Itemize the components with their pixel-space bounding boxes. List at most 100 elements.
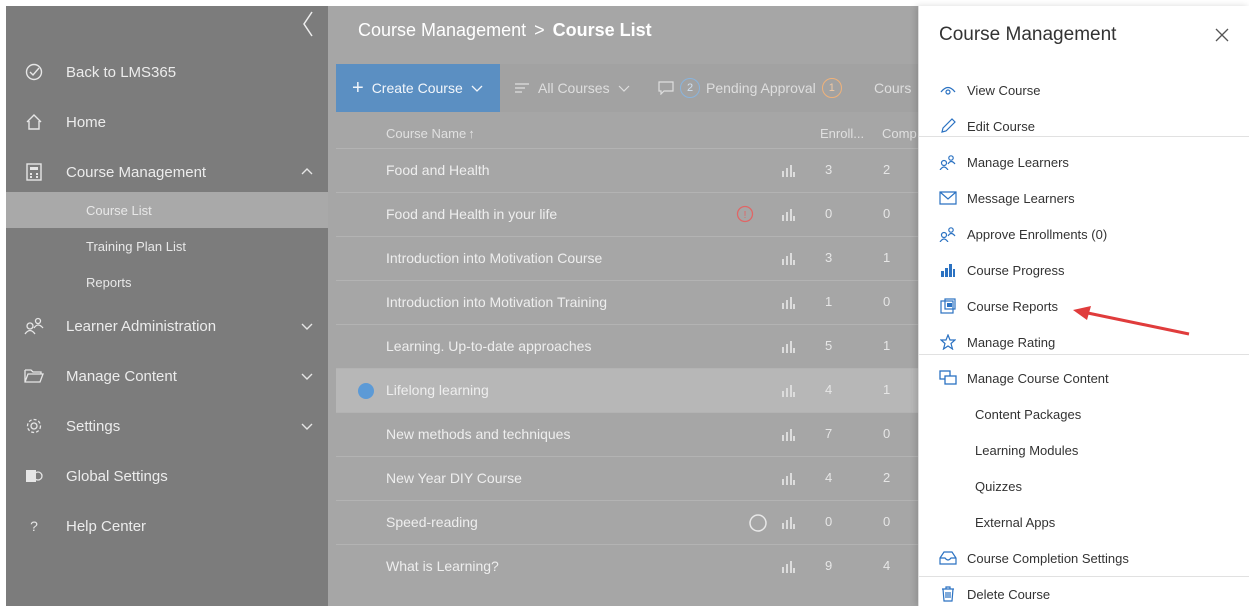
courses-tab[interactable]: Cours [874, 64, 911, 112]
panel-item-edit-course[interactable]: Edit Course [919, 108, 1249, 144]
enrolled-count: 0 [825, 206, 833, 221]
column-header-enrolled[interactable]: Enroll... [820, 126, 864, 141]
svg-text:!: ! [744, 210, 747, 221]
course-name[interactable]: Food and Health in your life [386, 206, 557, 222]
course-name[interactable]: New methods and techniques [386, 426, 570, 442]
trash-icon [939, 585, 957, 603]
panel-item-manage-course-content[interactable]: Manage Course Content [919, 360, 1249, 396]
sidebar-item-settings[interactable]: Settings [6, 406, 328, 446]
table-row[interactable]: Food and Health 3 2 [336, 148, 918, 192]
sidebar-subitem-reports[interactable]: Reports [6, 264, 328, 300]
filter-dropdown[interactable]: All Courses [514, 64, 630, 112]
sidebar-subitem-training-plan-list[interactable]: Training Plan List [6, 228, 328, 264]
table-row[interactable]: Introduction into Motivation Training 1 0 [336, 280, 918, 324]
bar-chart-icon[interactable] [781, 339, 795, 353]
enrolled-count: 7 [825, 426, 833, 441]
panel-item-external-apps[interactable]: External Apps [919, 504, 1249, 540]
bar-chart-icon[interactable] [781, 383, 795, 397]
sidebar: Back to LMS365 Home Course Management Co… [6, 6, 328, 606]
panel-subitem-label: Quizzes [975, 478, 1022, 494]
completed-count: 0 [883, 514, 891, 529]
breadcrumb-separator: > [534, 20, 545, 40]
breadcrumb: Course Management > Course List [358, 20, 652, 41]
panel-item-quizzes[interactable]: Quizzes [919, 468, 1249, 504]
sidebar-item-course-management[interactable]: Course Management [6, 152, 328, 192]
bar-chart-icon[interactable] [781, 471, 795, 485]
bar-chart-icon[interactable] [781, 427, 795, 441]
collapse-sidebar-icon[interactable] [300, 10, 316, 38]
star-icon [939, 333, 957, 351]
table-row[interactable]: What is Learning? 9 4 [336, 544, 918, 588]
sidebar-item-back[interactable]: Back to LMS365 [6, 52, 328, 92]
panel-item-label: Message Learners [967, 190, 1075, 206]
course-name[interactable]: Introduction into Motivation Course [386, 250, 602, 266]
panel-item-course-reports[interactable]: Course Reports [919, 288, 1249, 324]
panel-item-label: Manage Rating [967, 334, 1056, 350]
row-selected-check-icon[interactable] [358, 383, 374, 399]
column-header-completed[interactable]: Comp [882, 126, 917, 141]
sidebar-item-home[interactable]: Home [6, 102, 328, 142]
bar-chart-icon[interactable] [781, 207, 795, 221]
sidebar-item-learner-administration[interactable]: Learner Administration [6, 306, 328, 346]
bar-chart-icon[interactable] [781, 515, 795, 529]
bar-chart-icon[interactable] [781, 163, 795, 177]
warning-icon: ! [736, 205, 754, 223]
panel-divider [919, 136, 1249, 137]
panel-item-message-learners[interactable]: Message Learners [919, 180, 1249, 216]
course-name[interactable]: New Year DIY Course [386, 470, 522, 486]
close-icon[interactable] [1215, 28, 1229, 42]
pending-approval-button[interactable]: Pending Approval 1 [706, 64, 842, 112]
panel-item-label: Delete Course [967, 586, 1051, 602]
bar-chart-icon[interactable] [781, 559, 795, 573]
breadcrumb-parent[interactable]: Course Management [358, 20, 526, 40]
completed-count: 2 [883, 162, 891, 177]
pending-count-badge: 1 [821, 78, 842, 98]
panel-item-label: Approve Enrollments (0) [967, 226, 1108, 242]
bar-chart-icon[interactable] [781, 295, 795, 309]
course-name[interactable]: Learning. Up-to-date approaches [386, 338, 591, 354]
completed-count: 1 [883, 250, 891, 265]
course-name[interactable]: Food and Health [386, 162, 490, 178]
gear-icon [24, 416, 44, 436]
panel-item-course-completion-settings[interactable]: Course Completion Settings [919, 540, 1249, 576]
enrolled-count: 3 [825, 250, 833, 265]
panel-item-delete-course[interactable]: Delete Course [919, 576, 1249, 606]
comment-count-badge: 2 [680, 78, 700, 98]
enrolled-count: 4 [825, 382, 833, 397]
panel-title: Course Management [939, 24, 1117, 45]
panel-item-course-progress[interactable]: Course Progress [919, 252, 1249, 288]
sidebar-item-help-center[interactable]: ? Help Center [6, 506, 328, 546]
column-header-course-name[interactable]: Course Name ↑ [386, 126, 475, 141]
course-name[interactable]: What is Learning? [386, 558, 499, 574]
panel-item-content-packages[interactable]: Content Packages [919, 396, 1249, 432]
create-course-button[interactable]: + Create Course [336, 64, 500, 112]
panel-item-label: Edit Course [967, 118, 1035, 134]
course-name[interactable]: Speed-reading [386, 514, 478, 530]
table-row[interactable]: Introduction into Motivation Course 3 1 [336, 236, 918, 280]
table-row[interactable]: Food and Health in your life! 0 0 [336, 192, 918, 236]
completed-count: 0 [883, 206, 891, 221]
table-row[interactable]: New methods and techniques 7 0 [336, 412, 918, 456]
courses-tab-label: Cours [874, 80, 912, 96]
bar-chart-icon[interactable] [781, 251, 795, 265]
panel-item-learning-modules[interactable]: Learning Modules [919, 432, 1249, 468]
loading-spinner-icon [749, 514, 767, 532]
sidebar-subitem-course-list[interactable]: Course List [6, 192, 328, 228]
sidebar-item-label: Manage Content [66, 367, 177, 385]
table-row[interactable]: Learning. Up-to-date approaches 5 1 [336, 324, 918, 368]
completed-count: 1 [883, 338, 891, 353]
course-name[interactable]: Introduction into Motivation Training [386, 294, 607, 310]
learners-icon [939, 153, 957, 171]
panel-item-manage-learners[interactable]: Manage Learners [919, 144, 1249, 180]
table-row[interactable]: Lifelong learning 4 1 [336, 368, 918, 412]
course-name[interactable]: Lifelong learning [386, 382, 489, 398]
comments-button[interactable]: 2 [658, 64, 700, 112]
panel-item-view-course[interactable]: View Course [919, 72, 1249, 108]
sidebar-item-manage-content[interactable]: Manage Content [6, 356, 328, 396]
table-row[interactable]: Speed-reading 0 0 [336, 500, 918, 544]
completed-count: 0 [883, 426, 891, 441]
table-row[interactable]: New Year DIY Course 4 2 [336, 456, 918, 500]
toolbar: + Create Course All Courses 2 Pending Ap… [336, 64, 918, 112]
sidebar-item-global-settings[interactable]: Global Settings [6, 456, 328, 496]
panel-item-approve-enrollments-0[interactable]: Approve Enrollments (0) [919, 216, 1249, 252]
